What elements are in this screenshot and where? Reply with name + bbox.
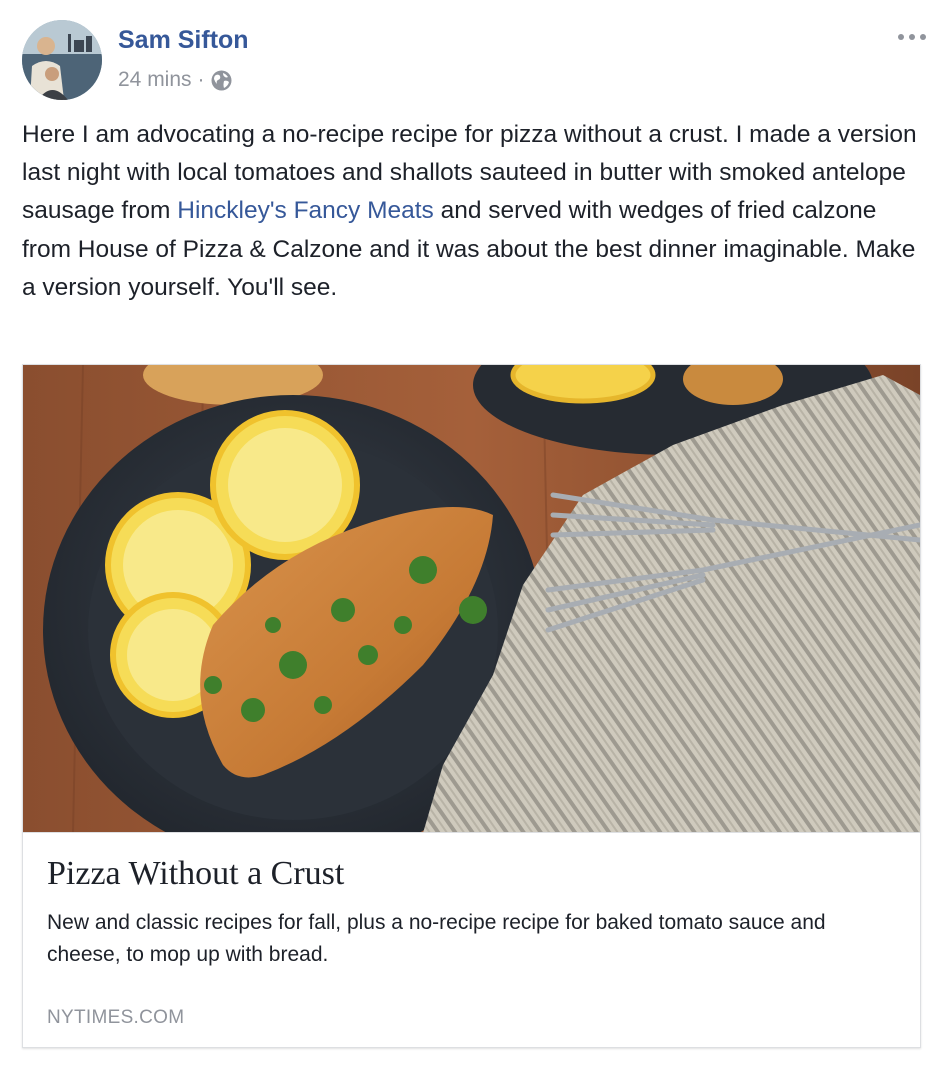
author-name-link[interactable]: Sam Sifton [118,26,249,55]
feed-post: Sam Sifton 24 mins · Here I am advocatin… [0,0,942,1070]
dot [920,34,926,40]
meta-separator: · [197,68,205,91]
link-preview-title[interactable]: Pizza Without a Crust [47,855,897,893]
link-preview-card[interactable]: Pizza Without a Crust New and classic re… [22,364,921,1048]
dot [898,34,904,40]
post-text: Here I am advocating a no-recipe recipe … [22,116,927,307]
post-timestamp-link[interactable]: 24 mins [118,68,192,92]
post-meta: 24 mins · [118,66,232,94]
more-options-icon[interactable] [898,28,926,46]
link-preview-description: New and classic recipes for fall, plus a… [47,911,826,966]
link-preview-domain: NYTIMES.COM [47,1007,185,1028]
link-preview-image[interactable] [23,365,920,833]
hinckleys-fancy-meats-link[interactable]: Hinckley's Fancy Meats [177,197,434,224]
dot [909,34,915,40]
author-avatar[interactable] [22,20,102,100]
globe-icon[interactable] [211,70,232,91]
